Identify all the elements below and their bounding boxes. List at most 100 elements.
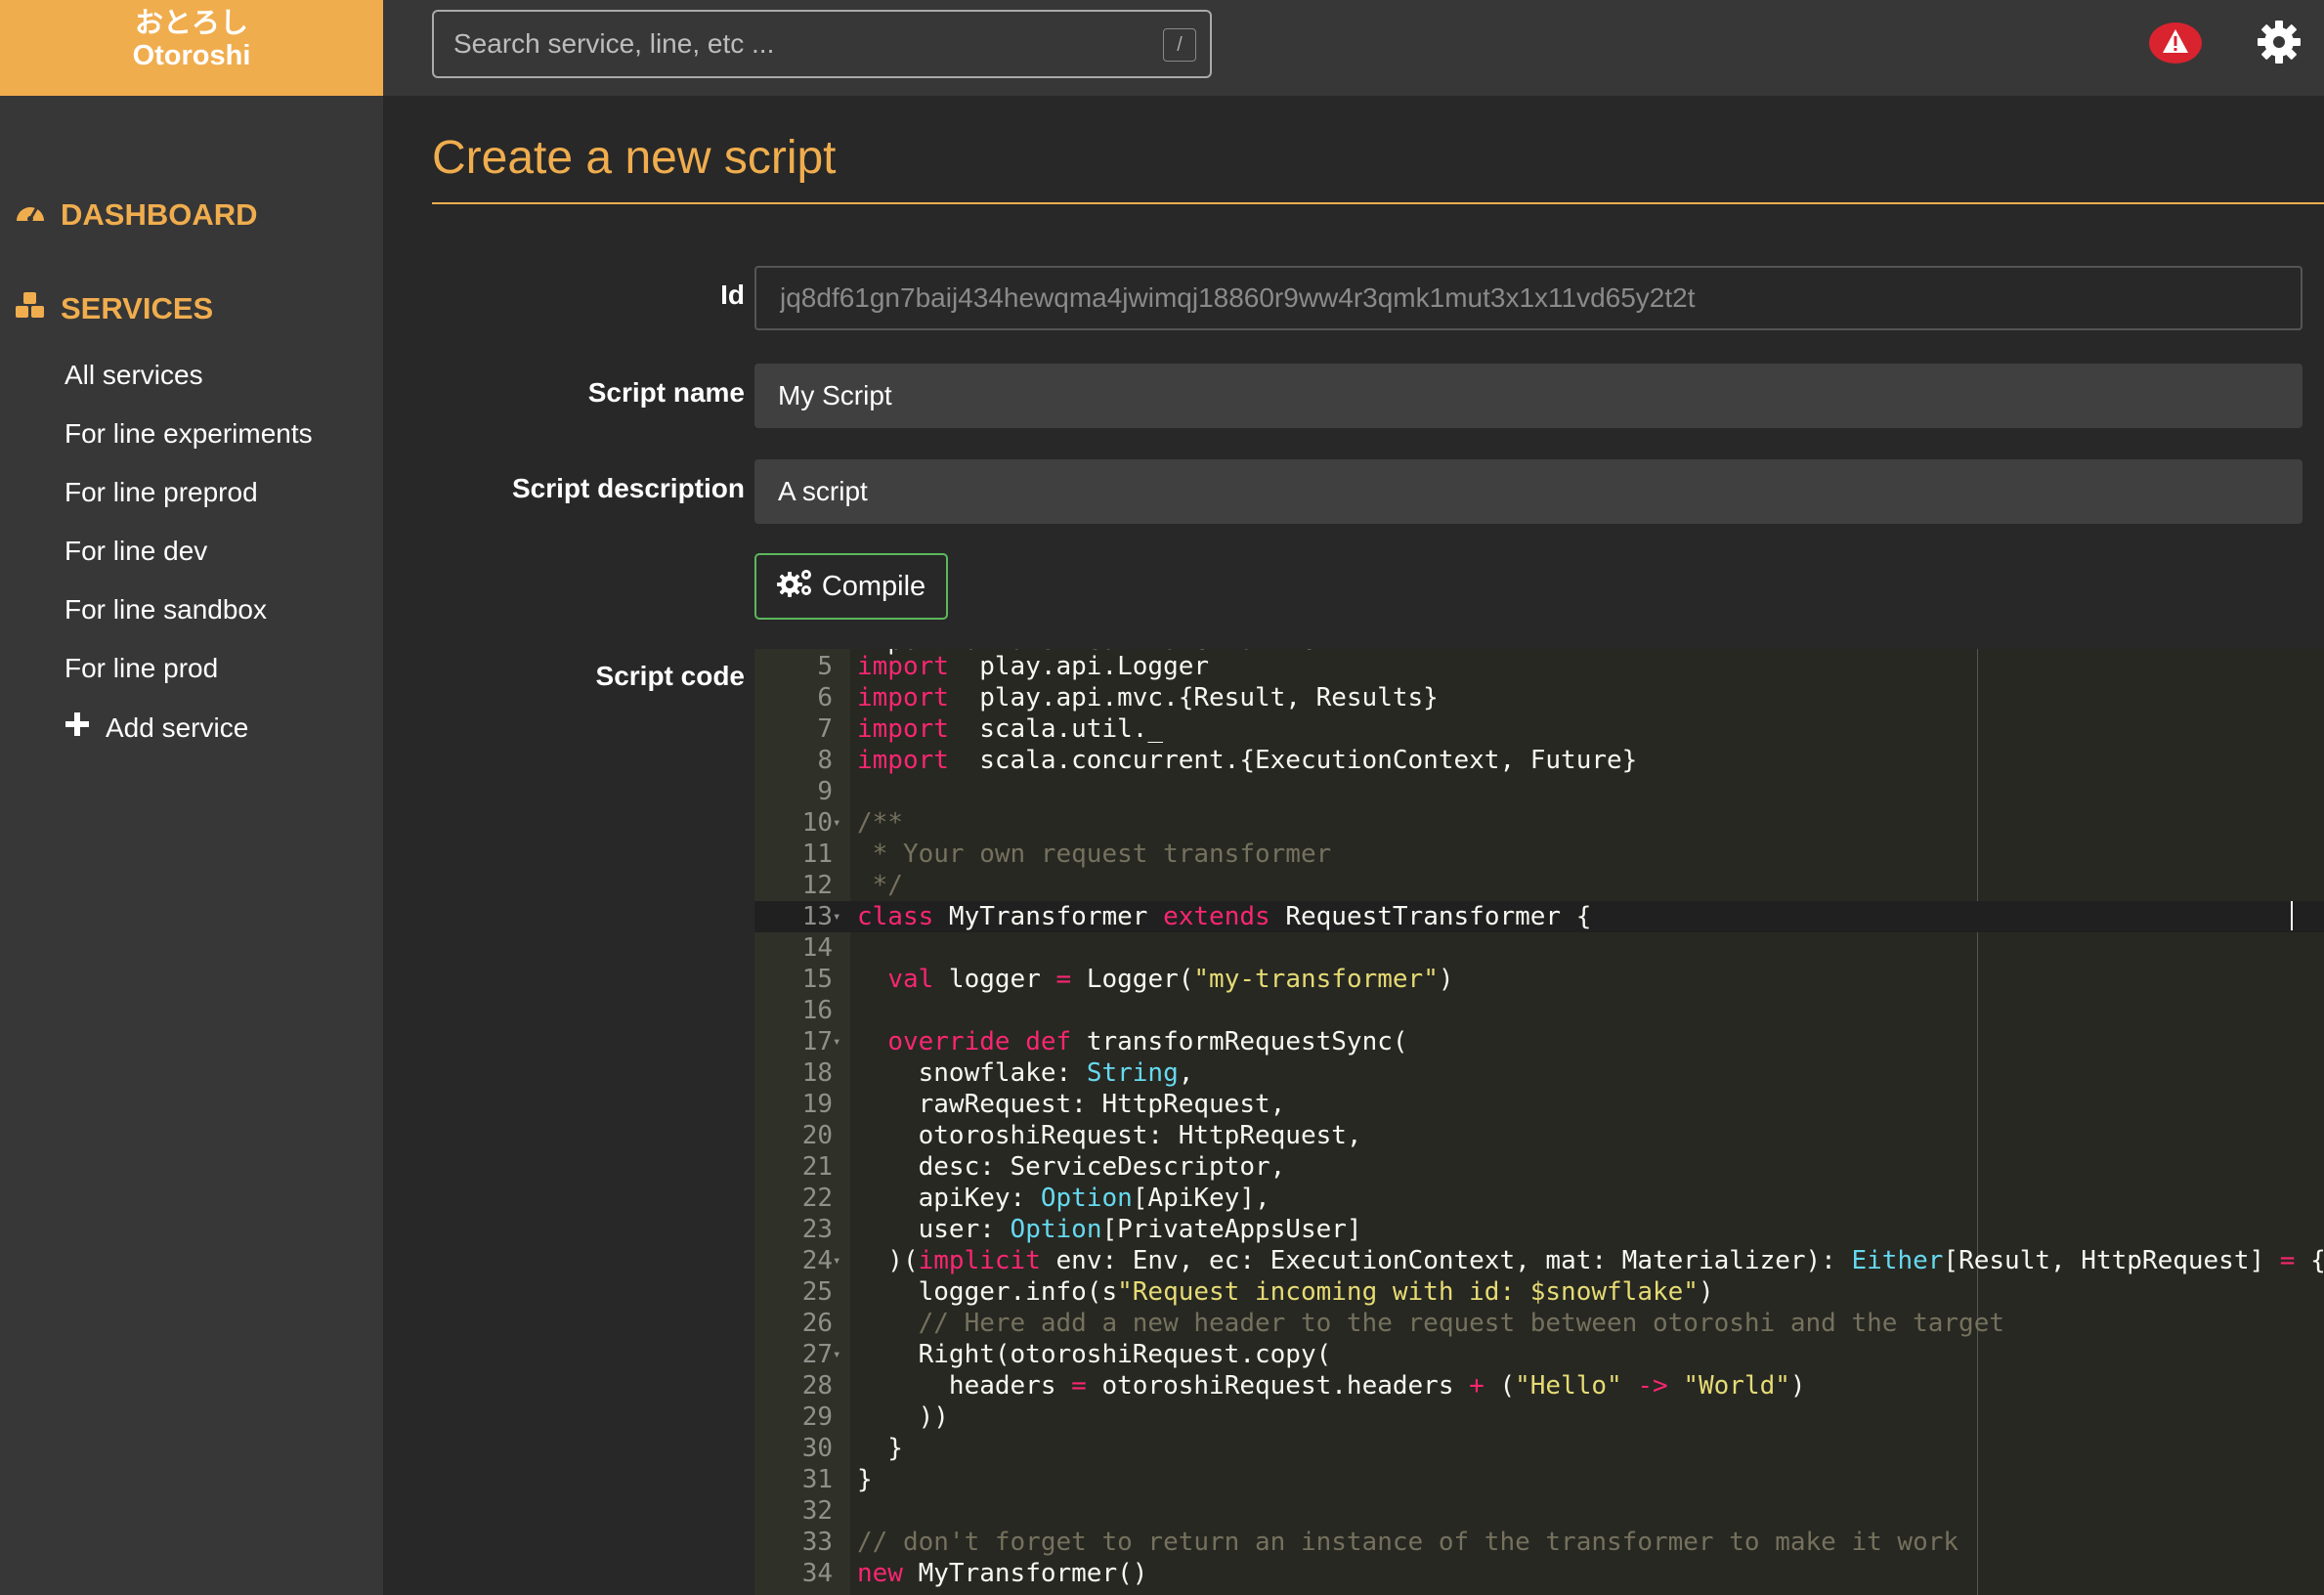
sidebar-item-all-services[interactable]: All services — [65, 360, 203, 391]
code-line: 34 new MyTransformer() — [754, 1558, 2324, 1589]
code-line: 7 import scala.util._ — [754, 713, 2324, 745]
line-number: 6 — [817, 683, 833, 712]
sidebar-item-line-experiments[interactable]: For line experiments — [65, 418, 313, 450]
script-description-field[interactable] — [754, 459, 2302, 524]
line-number: 26 — [801, 1309, 833, 1338]
code-text: Right(otoroshiRequest.copy( — [857, 1340, 1332, 1369]
sidebar-services[interactable]: SERVICES — [14, 291, 213, 326]
sidebar-item-line-sandbox[interactable]: For line sandbox — [65, 594, 267, 625]
code-line: 27 ▾ Right(otoroshiRequest.copy( — [754, 1339, 2324, 1370]
code-text: } — [857, 1434, 903, 1463]
code-text: )) — [857, 1402, 949, 1432]
code-text: otoroshiRequest: HttpRequest, — [857, 1121, 1362, 1150]
sidebar-services-label: SERVICES — [61, 291, 214, 325]
code-line: 30 } — [754, 1433, 2324, 1464]
code-line: 14 — [754, 932, 2324, 964]
line-number: 10 — [801, 808, 833, 838]
code-line: 16 — [754, 995, 2324, 1026]
sidebar-dashboard[interactable]: DASHBOARD — [14, 197, 258, 233]
code-line: 10 ▾ /** — [754, 807, 2324, 839]
line-number: 13 — [801, 902, 833, 931]
line-number: 5 — [817, 652, 833, 681]
code-text: headers = otoroshiRequest.headers + ("He… — [857, 1371, 1806, 1401]
code-line: 23 user: Option[PrivateAppsUser] — [754, 1214, 2324, 1245]
line-number: 34 — [801, 1559, 833, 1588]
sidebar-item-line-prod[interactable]: For line prod — [65, 653, 218, 684]
sidebar-dashboard-label: DASHBOARD — [61, 197, 258, 232]
code-line: 19 rawRequest: HttpRequest, — [754, 1089, 2324, 1120]
brand-logo[interactable]: おとろし Otoroshi — [0, 0, 383, 96]
code-text: user: Option[PrivateAppsUser] — [857, 1215, 1362, 1244]
compile-button-label: Compile — [821, 570, 926, 602]
script-description-label: Script description — [511, 473, 745, 503]
code-text: import scala.util._ — [857, 714, 1164, 744]
code-text: class MyTransformer extends RequestTrans… — [857, 902, 1592, 931]
code-text: new MyTransformer() — [857, 1559, 1148, 1588]
fold-arrow-icon[interactable]: ▾ — [833, 901, 846, 932]
code-line: 9 — [754, 776, 2324, 807]
line-number: 25 — [801, 1277, 833, 1307]
script-name-field[interactable] — [754, 364, 2302, 428]
code-line: 31} — [754, 1464, 2324, 1495]
code-line: 6 import play.api.mvc.{Result, Results} — [754, 682, 2324, 713]
code-line: 22 apiKey: Option[ApiKey], — [754, 1183, 2324, 1214]
line-number: 15 — [801, 965, 833, 994]
search-input[interactable] — [432, 10, 1212, 78]
line-number: 8 — [817, 746, 833, 775]
code-text: } — [857, 1465, 873, 1494]
sidebar-item-line-preprod[interactable]: For line preprod — [65, 477, 258, 508]
code-text: // don't forget to return an instance of… — [857, 1528, 1959, 1557]
code-line: 18 snowflake: String, — [754, 1057, 2324, 1089]
code-line: 15 val logger = Logger("my-transformer") — [754, 964, 2324, 995]
code-line: 26 // Here add a new header to the reque… — [754, 1308, 2324, 1339]
code-text: import play.api.Logger — [857, 652, 1210, 681]
code-line: 20 otoroshiRequest: HttpRequest, — [754, 1120, 2324, 1151]
line-number: 24 — [801, 1246, 833, 1275]
code-text: desc: ServiceDescriptor, — [857, 1152, 1286, 1182]
search-shortcut-hint: / — [1163, 28, 1196, 62]
code-line: 28 headers = otoroshiRequest.headers + (… — [754, 1370, 2324, 1401]
compile-button[interactable]: Compile — [754, 553, 948, 620]
code-text: // Here add a new header to the request … — [857, 1309, 2004, 1338]
code-text: import scala.concurrent.{ExecutionContex… — [857, 746, 1638, 775]
brand-japanese: おとろし — [134, 6, 248, 39]
page-title: Create a new script — [432, 132, 837, 184]
id-label: Id — [720, 280, 745, 310]
line-number: 22 — [801, 1184, 833, 1213]
line-number: 14 — [801, 933, 833, 963]
line-number: 7 — [817, 714, 833, 744]
line-number: 27 — [801, 1340, 833, 1369]
fold-arrow-icon[interactable]: ▾ — [833, 807, 846, 839]
code-line: 8 import scala.concurrent.{ExecutionConte… — [754, 745, 2324, 776]
plus-icon — [65, 711, 90, 744]
code-line: 21 desc: ServiceDescriptor, — [754, 1151, 2324, 1183]
code-line: 17 ▾ override def transformRequestSync( — [754, 1026, 2324, 1057]
script-name-label: Script name — [587, 377, 745, 408]
code-line: 12 */ — [754, 870, 2324, 901]
code-line: 24 ▾ )(implicit env: Env, ec: ExecutionCo… — [754, 1245, 2324, 1276]
code-text: import play.api.mvc.{Result, Results} — [857, 683, 1439, 712]
title-divider — [432, 202, 2324, 204]
alert-icon[interactable] — [2148, 22, 2203, 65]
fold-arrow-icon[interactable]: ▾ — [833, 1339, 846, 1370]
sidebar-add-service[interactable]: Add service — [65, 711, 248, 744]
id-field[interactable] — [754, 266, 2302, 330]
code-text: override def transformRequestSync( — [887, 1027, 1408, 1056]
brand-name: Otoroshi — [132, 40, 251, 71]
code-editor[interactable]: import akka.stream.Materializer5import p… — [754, 649, 2324, 1595]
line-number: 20 — [801, 1121, 833, 1150]
text-cursor — [2291, 901, 2293, 930]
gears-icon — [776, 568, 814, 605]
fold-arrow-icon[interactable]: ▾ — [833, 1026, 846, 1057]
line-number: 11 — [801, 840, 833, 869]
sidebar-item-line-dev[interactable]: For line dev — [65, 536, 207, 567]
line-number: 29 — [801, 1402, 833, 1432]
code-text: rawRequest: HttpRequest, — [857, 1090, 1286, 1119]
code-line: 29 )) — [754, 1401, 2324, 1433]
fold-arrow-icon[interactable]: ▾ — [833, 1245, 846, 1276]
line-number: 30 — [801, 1434, 833, 1463]
settings-gear-icon[interactable] — [2256, 19, 2302, 65]
code-line: 13 ▾ class MyTransformer extends RequestTr… — [754, 901, 2324, 932]
add-service-label: Add service — [106, 711, 249, 743]
line-number: 18 — [801, 1058, 833, 1088]
